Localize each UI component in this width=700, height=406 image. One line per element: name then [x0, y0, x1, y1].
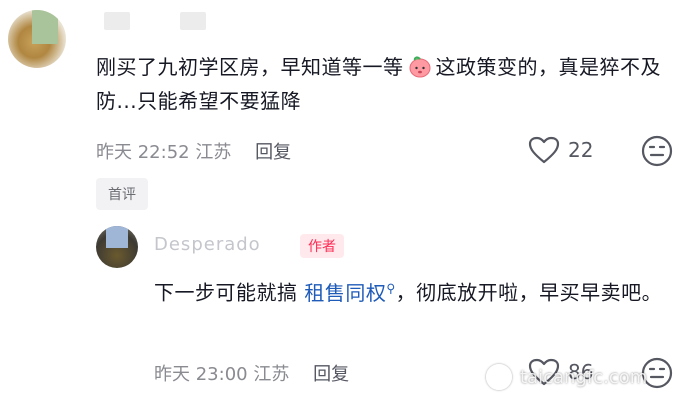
like-count: 22 [568, 138, 594, 162]
search-term-link[interactable]: 租售同权⚲ [304, 281, 395, 305]
replier-avatar[interactable] [96, 226, 138, 268]
reply-button[interactable]: 回复 [255, 142, 291, 163]
comment-time: 昨天 22:52 [96, 142, 190, 163]
search-term-text: 租售同权 [304, 280, 387, 305]
peach-emoji-icon [408, 54, 432, 78]
reply-text: 下一步可能就搞 租售同权⚲，彻底放开啦，早买早卖吧。 [154, 270, 674, 311]
dislike-face-icon[interactable] [640, 134, 674, 172]
reply-meta: 昨天 23:00 江苏 回复 [154, 360, 349, 386]
reply-time: 昨天 23:00 [154, 364, 248, 385]
first-comment-badge: 首评 [96, 178, 148, 210]
heart-icon [528, 136, 560, 164]
comment-location: 江苏 [195, 142, 232, 163]
comment-text-part1: 刚买了九初学区房，早知道等一等 [96, 55, 404, 79]
comment-text: 刚买了九初学区房，早知道等一等 这政策变的，真是猝不及防...只能希望不要猛降 [96, 50, 676, 118]
watermark: taicangfc.com [486, 364, 647, 390]
search-icon: ⚲ [386, 281, 396, 295]
comment-thread: 刚买了九初学区房，早知道等一等 这政策变的，真是猝不及防...只能希望不要猛降 昨… [0, 0, 700, 406]
watermark-text: taicangfc.com [520, 366, 648, 388]
author-tag: 作者 [300, 234, 344, 258]
reply-reply-button[interactable]: 回复 [313, 364, 349, 385]
reply-username[interactable]: Desperado [154, 234, 261, 255]
comment-like-button[interactable]: 22 [528, 136, 593, 164]
name-blur [104, 12, 130, 30]
reply-text-before: 下一步可能就搞 [154, 280, 305, 305]
commenter-avatar[interactable] [8, 10, 66, 68]
reply-location: 江苏 [253, 364, 290, 385]
watermark-logo-icon [486, 364, 512, 390]
comment-meta: 昨天 22:52 江苏 回复 [96, 138, 291, 164]
reply-text-after: ，彻底放开啦，早买早卖吧。 [395, 280, 663, 305]
name-blur [180, 12, 206, 30]
